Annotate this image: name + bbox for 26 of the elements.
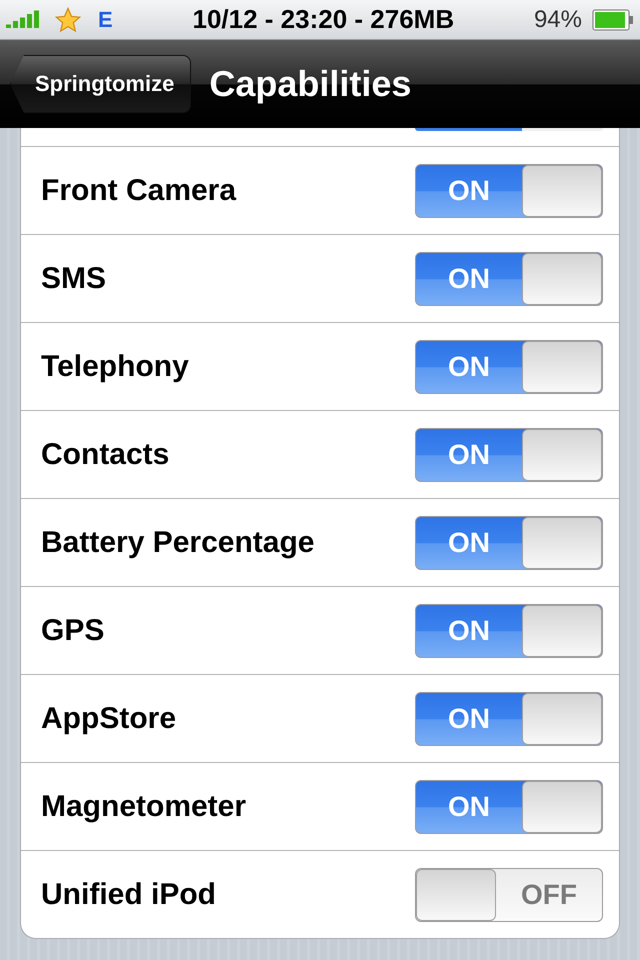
toggle-switch[interactable]: ON (415, 428, 603, 482)
setting-label: GPS (41, 614, 104, 648)
battery-percentage: 94% (534, 6, 582, 34)
toggle-switch[interactable]: ON (415, 604, 603, 658)
setting-label: Telephony (41, 350, 189, 384)
star-icon (54, 6, 82, 34)
back-button[interactable]: Springtomize (10, 55, 192, 113)
setting-label: Battery Percentage (41, 526, 314, 560)
network-type: E (98, 6, 113, 32)
toggle-switch[interactable] (415, 128, 603, 131)
page-title: Capabilities (209, 63, 412, 105)
setting-label: SMS (41, 262, 106, 296)
toggle-switch[interactable]: ON (415, 252, 603, 306)
toggle-switch[interactable]: ON (415, 692, 603, 746)
setting-label: Front Camera (41, 174, 236, 208)
battery-icon (592, 8, 634, 30)
setting-label: Magnetometer (41, 790, 246, 824)
toggle-switch[interactable]: ON (415, 780, 603, 834)
toggle-switch[interactable]: ON (415, 516, 603, 570)
setting-label: Contacts (41, 438, 170, 472)
toggle-switch[interactable]: ON (415, 340, 603, 394)
toggle-switch[interactable]: OFF (415, 868, 603, 922)
setting-label: AppStore (41, 702, 176, 736)
setting-label: Unified iPod (41, 878, 216, 912)
status-text: 10/12 - 23:20 - 276MB (192, 4, 456, 35)
toggle-switch[interactable]: ON (415, 164, 603, 218)
